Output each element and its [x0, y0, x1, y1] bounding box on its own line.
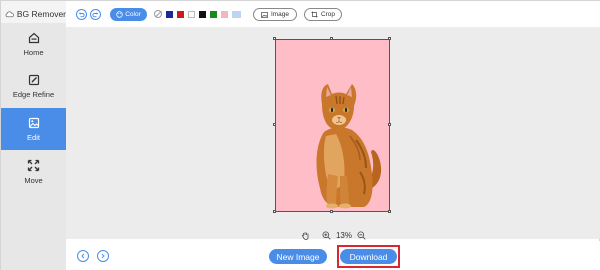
- hand-pan-icon[interactable]: [301, 231, 310, 240]
- zoom-out-icon[interactable]: [357, 230, 366, 240]
- sidebar-item-edge-refine[interactable]: Edge Refine: [1, 65, 66, 107]
- color-button-label: Color: [125, 11, 141, 18]
- color-swatch[interactable]: [221, 11, 228, 18]
- resize-handle[interactable]: [273, 37, 276, 40]
- zoom-level: 13%: [335, 230, 352, 240]
- canvas-area: 13%: [66, 27, 600, 240]
- cat-photo: [316, 84, 382, 209]
- resize-handle[interactable]: [273, 210, 276, 213]
- chevron-right-icon: [101, 253, 105, 259]
- redo-button[interactable]: [90, 9, 101, 20]
- cloud-logo-icon: [5, 11, 14, 18]
- resize-handle[interactable]: [330, 210, 333, 213]
- sidebar-item-home[interactable]: Home: [1, 23, 66, 65]
- color-swatch[interactable]: [166, 11, 173, 18]
- color-swatch[interactable]: [232, 11, 241, 18]
- image-button-label: Image: [270, 11, 290, 18]
- bg-remover-window: BG Remover Home Edge Refine Edit Move Co…: [0, 0, 600, 270]
- download-highlight-box: [337, 245, 400, 268]
- no-color-swatch[interactable]: [154, 10, 162, 18]
- resize-handle[interactable]: [388, 210, 391, 213]
- new-image-button[interactable]: New Image: [269, 249, 327, 264]
- sidebar-item-label: Edge Refine: [12, 89, 55, 99]
- color-swatch[interactable]: [199, 11, 206, 18]
- home-icon: [28, 32, 39, 43]
- crop-icon: [311, 11, 318, 18]
- sidebar-item-label: Move: [24, 176, 43, 185]
- resize-handle[interactable]: [388, 123, 391, 126]
- resize-handle[interactable]: [330, 37, 333, 40]
- crop-button-label: Crop: [320, 11, 336, 18]
- sidebar-item-label: Home: [23, 47, 44, 57]
- undo-icon: [78, 12, 85, 18]
- palette-icon: [116, 11, 123, 18]
- sidebar-item-edit[interactable]: Edit: [1, 108, 66, 150]
- sidebar-item-label: Edit: [27, 132, 40, 142]
- next-button[interactable]: [97, 250, 109, 262]
- previous-button[interactable]: [77, 250, 89, 262]
- edit-image-icon: [28, 117, 39, 128]
- edited-image[interactable]: [275, 39, 390, 212]
- color-swatch[interactable]: [177, 11, 184, 18]
- chevron-left-icon: [81, 253, 85, 259]
- color-swatch[interactable]: [210, 11, 217, 18]
- color-button[interactable]: Color: [110, 8, 147, 21]
- zoom-in-icon[interactable]: [322, 230, 331, 240]
- move-icon: [27, 159, 40, 172]
- sidebar-item-move[interactable]: Move: [1, 151, 66, 193]
- image-icon: [261, 11, 268, 18]
- redo-icon: [92, 12, 99, 18]
- color-swatch[interactable]: [188, 11, 195, 18]
- crop-button[interactable]: Crop: [304, 8, 342, 21]
- resize-handle[interactable]: [273, 123, 276, 126]
- undo-button[interactable]: [76, 9, 87, 20]
- edge-refine-icon: [28, 74, 39, 85]
- app-title: BG Remover: [16, 9, 66, 19]
- sidebar: BG Remover Home Edge Refine Edit Move: [1, 1, 66, 270]
- image-button[interactable]: Image: [253, 8, 297, 21]
- resize-handle[interactable]: [388, 37, 391, 40]
- footer: New Image Download: [66, 241, 600, 270]
- toolbar: Color Image Crop: [66, 1, 600, 27]
- side-nav: Home Edge Refine Edit Move: [1, 23, 66, 270]
